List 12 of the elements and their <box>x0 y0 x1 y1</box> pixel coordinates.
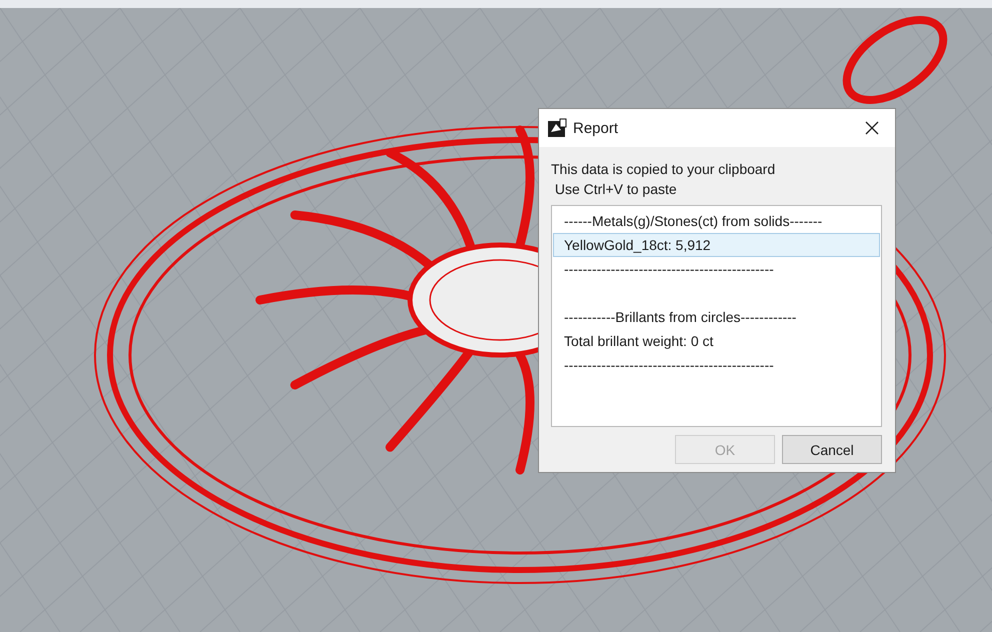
app-logo-icon <box>547 118 567 138</box>
message-text: Use Ctrl+V to paste <box>554 180 678 199</box>
close-icon <box>865 121 879 135</box>
dialog-title: Report <box>573 120 620 136</box>
message-text: This data is copied to your clipboard <box>551 160 776 179</box>
list-item[interactable]: YellowGold_18ct: 5,912 <box>553 233 880 257</box>
list-item[interactable]: Total brillant weight: 0 ct <box>553 329 880 353</box>
list-item[interactable]: --------------------------------------------- <box>553 257 880 281</box>
list-item[interactable]: -----------Brillants from circles------------ <box>553 305 880 329</box>
dialog-button[interactable]: Cancel <box>782 435 882 464</box>
list-item[interactable]: --------------------------------------------- <box>553 353 880 377</box>
list-item[interactable]: ------Metals(g)/Stones(ct) from solids------- <box>553 209 880 233</box>
